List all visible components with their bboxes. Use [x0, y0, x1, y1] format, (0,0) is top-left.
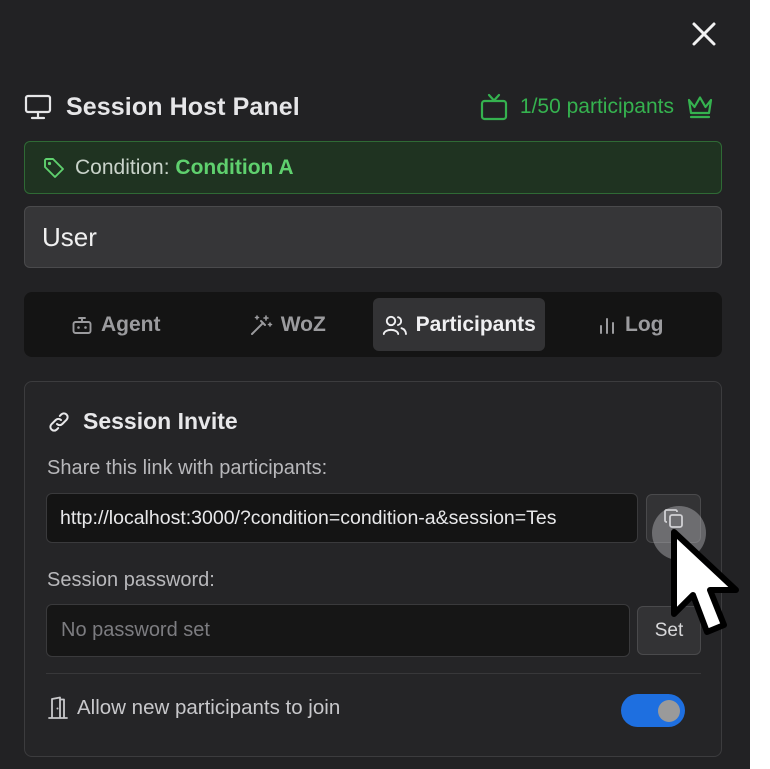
tab-participants[interactable]: Participants [373, 298, 545, 351]
tab-log-label: Log [625, 312, 664, 336]
close-icon [692, 22, 716, 46]
allow-join-label: Allow new participants to join [77, 696, 341, 719]
copy-link-button[interactable] [646, 494, 701, 543]
panel-tabs: Agent WoZ Participants Log [24, 292, 722, 357]
session-invite-header: Session Invite [47, 408, 238, 435]
monitor-icon [24, 94, 52, 120]
session-invite-title: Session Invite [83, 408, 238, 434]
panel-title: Session Host Panel [66, 92, 300, 121]
robot-icon [72, 316, 92, 334]
bar-chart-icon [600, 317, 614, 334]
tab-agent[interactable]: Agent [30, 298, 202, 351]
toggle-knob [658, 699, 680, 722]
session-host-panel: Session Host Panel 1/50 participants Con… [0, 0, 750, 769]
magic-wand-icon [250, 314, 272, 335]
close-button[interactable] [688, 18, 720, 50]
tab-participants-label: Participants [415, 312, 536, 336]
set-password-button[interactable]: Set [637, 606, 701, 655]
allow-join-row: Allow new participants to join [47, 696, 340, 720]
condition-banner: Condition: Condition A [24, 141, 722, 194]
participant-count: 1/50 participants [519, 95, 674, 118]
session-invite-card: Session Invite Share this link with part… [24, 381, 722, 757]
tv-icon [480, 93, 507, 121]
users-icon [382, 315, 407, 335]
participant-count-badge: 1/50 participants [480, 93, 722, 121]
condition-label: Condition: [75, 155, 170, 179]
password-input[interactable]: No password set [46, 604, 630, 657]
tab-woz[interactable]: WoZ [202, 298, 374, 351]
invite-link-field[interactable]: http://localhost:3000/?condition=conditi… [46, 493, 638, 543]
copy-icon [663, 508, 683, 528]
tab-agent-label: Agent [101, 312, 161, 336]
tab-log[interactable]: Log [545, 298, 717, 351]
condition-value: Condition A [175, 155, 294, 179]
crown-icon [687, 96, 713, 119]
divider [46, 673, 701, 674]
allow-join-toggle[interactable] [621, 694, 685, 727]
door-icon [48, 696, 68, 719]
share-link-label: Share this link with participants: [47, 457, 328, 479]
tab-woz-label: WoZ [280, 312, 326, 336]
link-icon [49, 411, 69, 432]
panel-header: Session Host Panel 1/50 participants [24, 88, 722, 126]
user-name-field[interactable]: User [24, 206, 722, 268]
password-label: Session password: [47, 569, 215, 591]
tag-icon [44, 157, 64, 178]
